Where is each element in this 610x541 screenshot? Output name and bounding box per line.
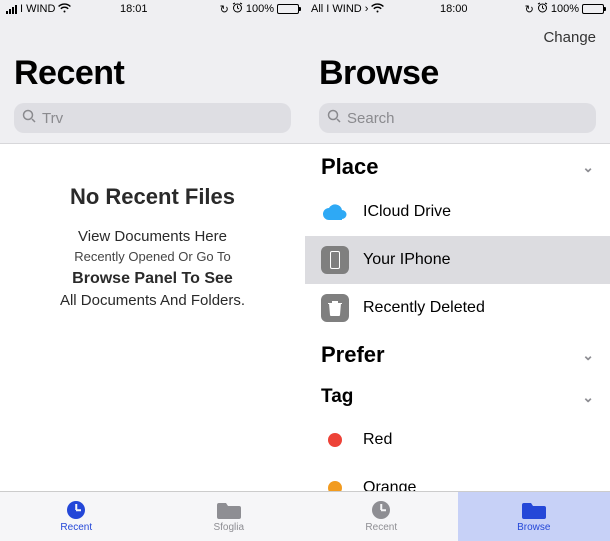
tab-recent[interactable]: Recent: [0, 492, 153, 541]
tag-dot-icon: [321, 426, 349, 454]
tab-label: Sfoglia: [213, 522, 244, 533]
search-field-input[interactable]: [42, 110, 283, 127]
section-header-prefer[interactable]: Prefer ⌄: [305, 332, 610, 376]
location-label: ICloud Drive: [363, 203, 451, 221]
chevron-right-icon: ›: [365, 3, 369, 15]
tab-sfoglia[interactable]: Sfoglia: [153, 492, 306, 541]
carrier-label: All I WIND: [311, 3, 362, 15]
signal-icon: [6, 5, 17, 14]
wifi-icon: [58, 3, 71, 16]
tab-label: Browse: [517, 522, 550, 533]
wifi-icon: [371, 3, 384, 16]
empty-text: View Documents Here: [30, 226, 275, 248]
screen-browse: Change Browse Place ⌄ ICloud Drive: [305, 18, 610, 491]
section-title: Place: [321, 154, 379, 180]
tag-label: Orange: [363, 479, 416, 491]
tab-label: Recent: [60, 522, 92, 533]
search-input[interactable]: [14, 103, 291, 133]
chevron-down-icon: ⌄: [582, 389, 594, 406]
alarm-icon: [537, 2, 548, 16]
battery-percent: 100%: [551, 3, 579, 15]
empty-text: Recently Opened Or Go To: [30, 248, 275, 267]
empty-state: No Recent Files View Documents Here Rece…: [0, 144, 305, 352]
page-title: Browse: [319, 54, 596, 93]
section-title: Tag: [321, 386, 353, 408]
folder-icon: [217, 500, 241, 520]
tab-browse[interactable]: Browse: [458, 492, 610, 541]
section-title: Prefer: [321, 342, 385, 368]
page-title: Recent: [14, 54, 291, 93]
sync-icon: ↻: [220, 3, 229, 16]
change-button[interactable]: Change: [543, 29, 596, 46]
folder-icon: [522, 500, 546, 520]
chevron-down-icon: ⌄: [582, 159, 594, 176]
time-label: 18:00: [440, 3, 468, 15]
section-header-tag[interactable]: Tag ⌄: [305, 376, 610, 416]
tag-label: Red: [363, 431, 392, 449]
location-label: Recently Deleted: [363, 299, 485, 317]
search-input[interactable]: [319, 103, 596, 133]
alarm-icon: [232, 2, 243, 16]
clock-icon: [64, 500, 88, 520]
battery-percent: 100%: [246, 3, 274, 15]
tag-orange[interactable]: Orange: [305, 464, 610, 491]
cloud-icon: [321, 198, 349, 226]
sync-icon: ↻: [525, 3, 534, 16]
location-recently-deleted[interactable]: Recently Deleted: [305, 284, 610, 332]
chevron-down-icon: ⌄: [582, 347, 594, 364]
time-label: 18:01: [120, 3, 148, 15]
empty-title: No Recent Files: [30, 184, 275, 210]
tab-label: Recent: [365, 522, 397, 533]
trash-icon: [321, 294, 349, 322]
status-bar: I WIND 18:01 ↻ 100% All I WIND › 18:00 ↻: [0, 0, 610, 18]
location-icloud-drive[interactable]: ICloud Drive: [305, 188, 610, 236]
empty-text: Browse Panel To See: [30, 267, 275, 290]
clock-icon: [369, 500, 393, 520]
tag-red[interactable]: Red: [305, 416, 610, 464]
tab-bar: Recent Sfoglia Recent Browse: [0, 491, 610, 541]
location-your-iphone[interactable]: Your IPhone: [305, 236, 610, 284]
empty-text: All Documents And Folders.: [30, 290, 275, 312]
section-header-place[interactable]: Place ⌄: [305, 144, 610, 188]
tab-recent[interactable]: Recent: [305, 492, 458, 541]
phone-icon: [321, 246, 349, 274]
screen-recent: Recent No Recent Files View Documents He…: [0, 18, 305, 491]
search-icon: [327, 109, 341, 128]
location-label: Your IPhone: [363, 251, 450, 269]
carrier-label: I WIND: [20, 3, 55, 15]
battery-icon: [582, 4, 604, 14]
search-field-input[interactable]: [347, 110, 588, 127]
tag-dot-icon: [321, 474, 349, 491]
search-icon: [22, 109, 36, 128]
battery-icon: [277, 4, 299, 14]
